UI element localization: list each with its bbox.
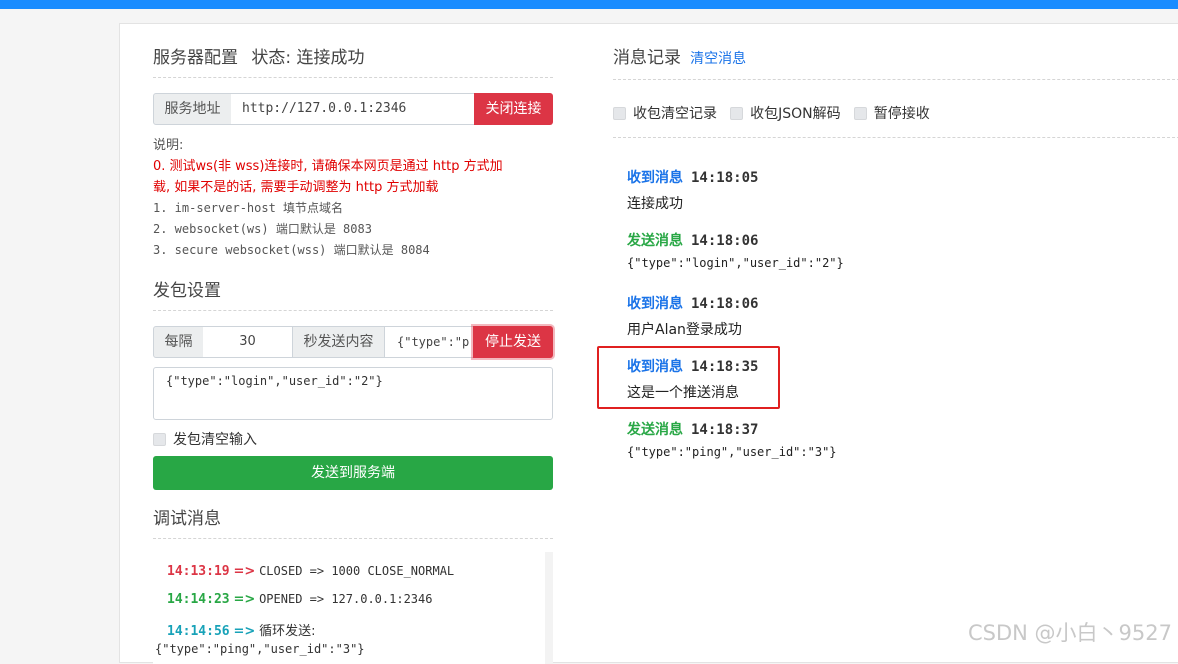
server-address-input[interactable]: http://127.0.0.1:2346 (231, 93, 475, 125)
send-content-input[interactable]: {"type":"p (384, 326, 474, 358)
server-address-group: 服务地址 http://127.0.0.1:2346 关闭连接 (153, 93, 553, 125)
connection-status: 状态: 连接成功 (251, 48, 365, 68)
debug-text: OPENED => 127.0.0.1:2346 (259, 592, 433, 606)
instruction-line-1: 1. im-server-host 填节点域名 (153, 201, 344, 215)
send-interval-group: 每隔 30 秒发送内容 {"type":"p 停止发送 (153, 326, 553, 358)
debug-text: 循环发送: (259, 624, 316, 639)
instructions-heading: 说明: (153, 138, 184, 153)
message-item: 发送消息 14:18:06 {"type":"login","user_id":"… (627, 230, 844, 270)
instructions: 说明: 0. 测试ws(非 wss)连接时, 请确保本网页是通过 http 方式… (153, 135, 503, 261)
debug-line: 14:14:23 => OPENED => 127.0.0.1:2346 (167, 592, 432, 607)
divider (613, 79, 1178, 80)
divider (153, 538, 553, 539)
debug-line: {"type":"ping","user_id":"3"} (155, 642, 365, 656)
message-body: 用户Alan登录成功 (627, 322, 742, 338)
debug-arrow: => (233, 624, 256, 639)
option-clear-on-receive[interactable]: 收包清空记录 (613, 103, 717, 122)
message-options: 收包清空记录 收包JSON解码 暂停接收 (613, 103, 930, 123)
debug-time: 14:14:23 (167, 592, 230, 607)
debug-time: 14:13:19 (167, 564, 230, 579)
clear-input-option[interactable]: 发包清空输入 (153, 429, 257, 449)
clear-messages-link[interactable]: 清空消息 (690, 51, 746, 67)
message-kind: 发送消息 (627, 422, 683, 438)
debug-log: 14:13:19 => CLOSED => 1000 CLOSE_NORMAL … (153, 552, 553, 664)
every-label: 每隔 (153, 326, 204, 358)
instruction-line-3: 3. secure websocket(wss) 端口默认是 8084 (153, 243, 430, 257)
divider (153, 310, 553, 311)
send-settings-title: 发包设置 (153, 281, 221, 301)
debug-scrollbar[interactable] (545, 552, 553, 664)
message-item: 收到消息 14:18:06 用户Alan登录成功 (627, 293, 758, 339)
message-kind: 收到消息 (627, 170, 683, 186)
message-body: {"type":"ping","user_id":"3"} (627, 445, 837, 459)
message-item: 收到消息 14:18:05 连接成功 (627, 167, 758, 213)
debug-time: 14:14:56 (167, 624, 230, 639)
instruction-line-0b: 载, 如果不是的话, 需要手动调整为 http 方式加载 (153, 180, 439, 195)
option-label: 收包清空记录 (633, 106, 717, 122)
top-accent-bar (0, 0, 1178, 9)
instruction-line-0a: 0. 测试ws(非 wss)连接时, 请确保本网页是通过 http 方式加 (153, 159, 503, 174)
server-config-heading: 服务器配置 (153, 48, 238, 68)
message-time: 14:18:06 (691, 233, 759, 249)
checkbox[interactable] (730, 107, 744, 120)
interval-input[interactable]: 30 (203, 326, 293, 358)
clear-input-checkbox[interactable] (153, 433, 166, 446)
checkbox[interactable] (853, 107, 867, 120)
message-kind: 发送消息 (627, 233, 683, 249)
divider (153, 77, 553, 78)
server-address-label: 服务地址 (153, 93, 232, 125)
send-content-label: 秒发送内容 (292, 326, 385, 358)
option-json-decode[interactable]: 收包JSON解码 (730, 103, 841, 122)
message-time: 14:18:06 (691, 296, 759, 312)
messages-title: 消息记录 (613, 48, 681, 68)
server-config-title: 服务器配置 状态: 连接成功 (153, 43, 365, 68)
messages-header: 消息记录 清空消息 (613, 43, 746, 68)
checkbox[interactable] (613, 107, 626, 120)
debug-arrow: => (233, 564, 256, 579)
instruction-line-2: 2. websocket(ws) 端口默认是 8083 (153, 222, 372, 236)
option-label: 暂停接收 (873, 106, 930, 122)
highlight-box (597, 346, 780, 409)
debug-line: 14:14:56 => 循环发送: (167, 620, 315, 639)
clear-input-label: 发包清空输入 (173, 432, 257, 448)
debug-title: 调试消息 (153, 509, 221, 529)
divider (613, 137, 1178, 138)
stop-sending-button[interactable]: 停止发送 (473, 326, 553, 358)
option-pause-receive[interactable]: 暂停接收 (853, 103, 930, 122)
message-time: 14:18:37 (691, 422, 759, 438)
message-kind: 收到消息 (627, 296, 683, 312)
message-time: 14:18:05 (691, 170, 759, 186)
message-body: 连接成功 (627, 196, 683, 212)
message-body: {"type":"login","user_id":"2"} (627, 256, 844, 270)
main-card: 服务器配置 状态: 连接成功 服务地址 http://127.0.0.1:234… (119, 23, 1178, 664)
message-item: 发送消息 14:18:37 {"type":"ping","user_id":"3… (627, 419, 837, 459)
option-label: 收包JSON解码 (750, 106, 841, 122)
debug-arrow: => (233, 592, 256, 607)
send-to-server-button[interactable]: 发送到服务端 (153, 456, 553, 490)
send-content-textarea[interactable]: {"type":"login","user_id":"2"} (153, 367, 553, 420)
watermark: CSDN @小白丶9527 (968, 621, 1172, 645)
debug-text: {"type":"ping","user_id":"3"} (155, 642, 365, 656)
debug-line: 14:13:19 => CLOSED => 1000 CLOSE_NORMAL (167, 564, 454, 579)
close-connection-button[interactable]: 关闭连接 (474, 93, 553, 125)
debug-text: CLOSED => 1000 CLOSE_NORMAL (259, 564, 455, 578)
